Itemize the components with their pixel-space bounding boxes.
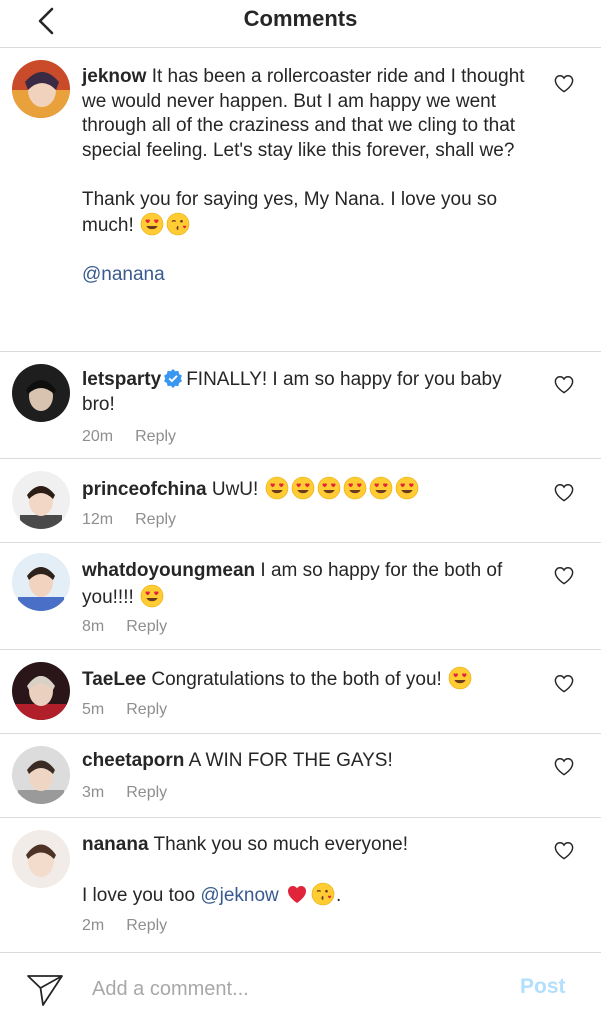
heart-eyes-emoji-icon bbox=[317, 476, 341, 500]
like-heart-icon[interactable] bbox=[553, 374, 575, 394]
comment-time: 8m bbox=[82, 618, 105, 635]
comment-time: 3m bbox=[82, 784, 105, 801]
comment-time: 12m bbox=[82, 511, 114, 528]
comment-meta: 20m Reply bbox=[82, 428, 176, 446]
comment-username[interactable]: princeofchina bbox=[82, 479, 207, 500]
avatar[interactable] bbox=[12, 471, 70, 529]
comment-username[interactable]: nanana bbox=[82, 834, 149, 855]
comment-time: 5m bbox=[82, 701, 105, 718]
comment-time: 20m bbox=[82, 428, 114, 445]
comment-username[interactable]: TaeLee bbox=[82, 669, 146, 690]
comment-username[interactable]: cheetaporn bbox=[82, 750, 184, 771]
reply-button[interactable]: Reply bbox=[126, 784, 167, 801]
comment-meta: 8m Reply bbox=[82, 618, 167, 636]
comment-body: whatdoyoungmean I am so happy for the bo… bbox=[82, 559, 537, 610]
heart-eyes-emoji-icon bbox=[448, 666, 472, 690]
comment-body: jeknow It has been a rollercoaster ride … bbox=[82, 65, 537, 288]
comment-body: princeofchina UwU! bbox=[82, 476, 537, 503]
comment-item: princeofchina UwU! 12m Reply bbox=[0, 459, 601, 543]
heart-eyes-emoji-icon bbox=[343, 476, 367, 500]
comment-text: It has been a rollercoaster ride and I t… bbox=[82, 66, 525, 161]
kissing-face-emoji-icon bbox=[311, 882, 335, 906]
red-heart-emoji-icon bbox=[285, 882, 309, 906]
comment-text: Thank you so much everyone! bbox=[153, 834, 408, 855]
comment-text: UwU! bbox=[211, 479, 259, 500]
page-title: Comments bbox=[243, 6, 358, 31]
send-direct-icon[interactable] bbox=[26, 973, 64, 1007]
avatar[interactable] bbox=[12, 830, 70, 888]
comment-text: Congratulations to the both of you! bbox=[151, 669, 442, 690]
like-heart-icon[interactable] bbox=[553, 756, 575, 776]
like-heart-icon[interactable] bbox=[553, 73, 575, 93]
reply-button[interactable]: Reply bbox=[135, 428, 176, 445]
avatar[interactable] bbox=[12, 662, 70, 720]
comment-meta: 5m Reply bbox=[82, 701, 167, 719]
heart-eyes-emoji-icon bbox=[140, 584, 164, 608]
heart-eyes-emoji-icon bbox=[265, 476, 289, 500]
avatar[interactable] bbox=[12, 553, 70, 611]
comment-body: letsparty FINALLY! I am so happy for you … bbox=[82, 368, 537, 417]
comment-username[interactable]: jeknow bbox=[82, 66, 146, 87]
verified-badge-icon bbox=[164, 369, 183, 388]
like-heart-icon[interactable] bbox=[553, 840, 575, 860]
reply-button[interactable]: Reply bbox=[126, 701, 167, 718]
heart-eyes-emoji-icon bbox=[291, 476, 315, 500]
comment-username[interactable]: whatdoyoungmean bbox=[82, 560, 255, 581]
comment-item: letsparty FINALLY! I am so happy for you … bbox=[0, 352, 601, 459]
post-button[interactable]: Post bbox=[520, 975, 566, 999]
comment-item: whatdoyoungmean I am so happy for the bo… bbox=[0, 543, 601, 650]
comment-time: 2m bbox=[82, 917, 105, 934]
comment-meta: 12m Reply bbox=[82, 511, 176, 529]
heart-eyes-emoji-icon bbox=[369, 476, 393, 500]
reply-button[interactable]: Reply bbox=[126, 917, 167, 934]
heart-eyes-emoji-icon bbox=[140, 212, 164, 236]
avatar[interactable] bbox=[12, 364, 70, 422]
comment-meta: 3m Reply bbox=[82, 784, 167, 802]
comment-trailing-punct: . bbox=[336, 885, 342, 906]
like-heart-icon[interactable] bbox=[553, 482, 575, 502]
kissing-face-emoji-icon bbox=[166, 212, 190, 236]
avatar[interactable] bbox=[12, 60, 70, 118]
comment-meta: 2m Reply bbox=[82, 917, 167, 935]
header-bar: Comments bbox=[0, 0, 601, 48]
comment-item: TaeLee Congratulations to the both of yo… bbox=[0, 650, 601, 734]
comment-item: cheetaporn A WIN FOR THE GAYS! 3m Reply bbox=[0, 734, 601, 818]
comment-body: nanana Thank you so much everyone! I lov… bbox=[82, 833, 537, 909]
comment-username[interactable]: letsparty bbox=[82, 369, 161, 390]
like-heart-icon[interactable] bbox=[553, 565, 575, 585]
comment-input[interactable] bbox=[92, 973, 492, 1005]
mention-link[interactable]: @jeknow bbox=[200, 885, 278, 906]
comment-body: TaeLee Congratulations to the both of yo… bbox=[82, 666, 537, 693]
heart-eyes-emoji-icon bbox=[395, 476, 419, 500]
reply-button[interactable]: Reply bbox=[126, 618, 167, 635]
comment-item: nanana Thank you so much everyone! I lov… bbox=[0, 818, 601, 952]
comment-body: cheetaporn A WIN FOR THE GAYS! bbox=[82, 749, 537, 774]
mention-link[interactable]: @nanana bbox=[82, 264, 165, 285]
caption-comment: jeknow It has been a rollercoaster ride … bbox=[0, 48, 601, 352]
comment-text-2: I love you too bbox=[82, 885, 196, 906]
like-heart-icon[interactable] bbox=[553, 673, 575, 693]
avatar[interactable] bbox=[12, 746, 70, 804]
comment-composer: Post bbox=[0, 952, 601, 1024]
comment-text: A WIN FOR THE GAYS! bbox=[188, 750, 393, 771]
reply-button[interactable]: Reply bbox=[135, 511, 176, 528]
